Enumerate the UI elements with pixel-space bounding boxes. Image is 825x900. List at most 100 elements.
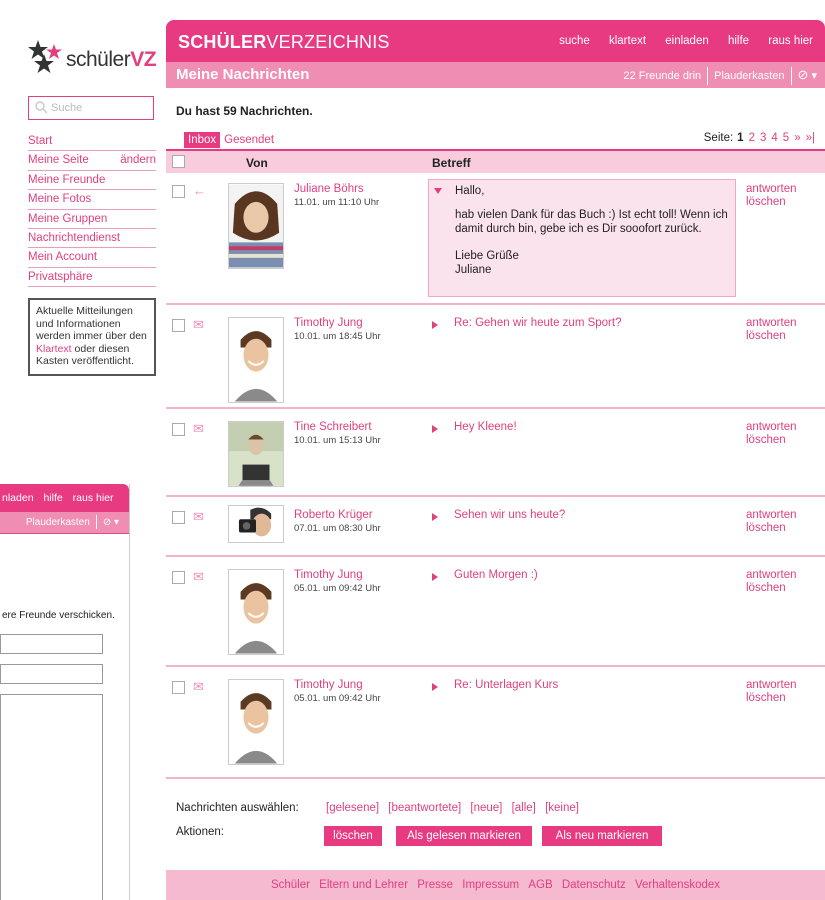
- expand-triangle-icon[interactable]: [432, 425, 438, 433]
- table-row[interactable]: ✉ Tine Schreibert 10.01. um 15:13 Uhr He…: [166, 411, 825, 497]
- delete-link[interactable]: löschen: [746, 582, 786, 594]
- footer-link-presse[interactable]: Presse: [417, 879, 453, 891]
- sender-name[interactable]: Timothy Jung: [294, 569, 363, 581]
- mark-read-button[interactable]: Als gelesen markieren: [396, 826, 532, 846]
- friends-online-link[interactable]: 22 Freunde drin: [624, 70, 702, 82]
- avatar[interactable]: [228, 679, 284, 765]
- background-textarea[interactable]: [0, 694, 103, 900]
- avatar[interactable]: [228, 183, 284, 269]
- footer-link-eltern[interactable]: Eltern und Lehrer: [319, 879, 408, 891]
- pager-page-4[interactable]: 4: [771, 132, 777, 144]
- logo[interactable]: schülerVZ: [24, 36, 174, 82]
- background-status-icon[interactable]: ⊘ ▾: [103, 517, 119, 528]
- klartext-link[interactable]: Klartext: [36, 343, 72, 355]
- message-subject[interactable]: Hey Kleene!: [454, 421, 517, 433]
- edit-link[interactable]: ändern: [120, 151, 156, 170]
- nav-klartext[interactable]: klartext: [609, 35, 646, 47]
- reply-link[interactable]: antworten: [746, 183, 797, 195]
- table-row[interactable]: ✉ Roberto Krüger 07.01. um 08:30 Uhr Seh…: [166, 499, 825, 557]
- pager-last[interactable]: »|: [806, 132, 815, 144]
- message-subject[interactable]: Re: Gehen wir heute zum Sport?: [454, 317, 621, 329]
- footer-link-datenschutz[interactable]: Datenschutz: [562, 879, 626, 891]
- nav-einladen[interactable]: einladen: [665, 35, 708, 47]
- message-subject[interactable]: Re: Unterlagen Kurs: [454, 679, 558, 691]
- tab-inbox[interactable]: Inbox: [184, 132, 221, 148]
- select-none[interactable]: [keine]: [545, 802, 579, 814]
- expand-triangle-icon[interactable]: [432, 513, 438, 521]
- footer-link-agb[interactable]: AGB: [528, 879, 552, 891]
- nav-raus-hier[interactable]: raus hier: [768, 35, 813, 47]
- table-row[interactable]: ✉ Timothy Jung 10.01. um 18:45 Uhr Re: G…: [166, 307, 825, 409]
- table-row[interactable]: ✉ Timothy Jung 05.01. um 09:42 Uhr Guten…: [166, 559, 825, 667]
- footer-link-verhaltenskodex[interactable]: Verhaltenskodex: [635, 879, 720, 891]
- background-plauderkasten[interactable]: Plauderkasten: [26, 517, 90, 528]
- nav-suche[interactable]: suche: [559, 35, 590, 47]
- message-subject[interactable]: Guten Morgen :): [454, 569, 538, 581]
- pager-next[interactable]: »: [794, 132, 800, 144]
- delete-link[interactable]: löschen: [746, 434, 786, 446]
- sidebar-item-gruppen[interactable]: Meine Gruppen: [28, 210, 156, 229]
- pager-page-3[interactable]: 3: [760, 132, 766, 144]
- collapse-triangle-icon[interactable]: [434, 188, 442, 194]
- avatar[interactable]: [228, 505, 284, 543]
- nav-hilfe[interactable]: hilfe: [728, 35, 749, 47]
- row-checkbox[interactable]: [172, 571, 185, 584]
- message-subject[interactable]: Sehen wir uns heute?: [454, 509, 565, 521]
- expand-triangle-icon[interactable]: [432, 321, 438, 329]
- sender-name[interactable]: Tine Schreibert: [294, 421, 372, 433]
- select-all-checkbox[interactable]: [172, 155, 185, 168]
- sidebar-item-nachrichtendienst[interactable]: Nachrichtendienst: [28, 229, 156, 249]
- select-read[interactable]: [gelesene]: [326, 802, 379, 814]
- select-answered[interactable]: [beantwortete]: [388, 802, 461, 814]
- background-nav-invite[interactable]: nladen: [2, 492, 34, 504]
- sender-name[interactable]: Juliane Böhrs: [294, 183, 364, 195]
- delete-link[interactable]: löschen: [746, 522, 786, 534]
- sidebar-item-privatsphaere[interactable]: Privatsphäre: [28, 268, 156, 288]
- delete-link[interactable]: löschen: [746, 330, 786, 342]
- background-input-1[interactable]: [0, 634, 103, 654]
- row-checkbox[interactable]: [172, 511, 185, 524]
- avatar[interactable]: [228, 317, 284, 403]
- table-row[interactable]: ← Juliane Böhrs 11.01. um 11:10 Uhr Hall…: [166, 173, 825, 305]
- reply-link[interactable]: antworten: [746, 317, 797, 329]
- sidebar-item-fotos[interactable]: Meine Fotos: [28, 190, 156, 210]
- sender-name[interactable]: Timothy Jung: [294, 317, 363, 329]
- sender-name[interactable]: Timothy Jung: [294, 679, 363, 691]
- background-nav-logout[interactable]: raus hier: [73, 492, 114, 504]
- reply-link[interactable]: antworten: [746, 569, 797, 581]
- expand-triangle-icon[interactable]: [432, 573, 438, 581]
- delete-link[interactable]: löschen: [746, 692, 786, 704]
- plauderkasten-link[interactable]: Plauderkasten: [714, 70, 784, 82]
- row-checkbox[interactable]: [172, 681, 185, 694]
- sidebar-item-meine-seite[interactable]: Meine Seite ändern: [28, 151, 156, 171]
- row-checkbox[interactable]: [172, 423, 185, 436]
- expand-triangle-icon[interactable]: [432, 683, 438, 691]
- row-checkbox[interactable]: [172, 319, 185, 332]
- sidebar-item-start[interactable]: Start: [28, 132, 156, 152]
- tab-gesendet[interactable]: Gesendet: [220, 132, 278, 148]
- sidebar-item-account[interactable]: Mein Account: [28, 248, 156, 268]
- search-input[interactable]: Suche: [28, 96, 154, 120]
- reply-link[interactable]: antworten: [746, 679, 797, 691]
- pager-page-5[interactable]: 5: [783, 132, 789, 144]
- status-dropdown[interactable]: ⊘ ▾: [798, 67, 818, 82]
- reply-link[interactable]: antworten: [746, 421, 797, 433]
- delete-button[interactable]: löschen: [324, 826, 382, 846]
- sidebar-item-freunde[interactable]: Meine Freunde: [28, 171, 156, 191]
- footer-link-impressum[interactable]: Impressum: [462, 879, 519, 891]
- background-input-2[interactable]: [0, 664, 103, 684]
- avatar[interactable]: [228, 421, 284, 487]
- avatar[interactable]: [228, 569, 284, 655]
- sender-name[interactable]: Roberto Krüger: [294, 509, 373, 521]
- row-checkbox[interactable]: [172, 185, 185, 198]
- reply-link[interactable]: antworten: [746, 509, 797, 521]
- select-new[interactable]: [neue]: [470, 802, 502, 814]
- delete-link[interactable]: löschen: [746, 196, 786, 208]
- pager-page-2[interactable]: 2: [749, 132, 755, 144]
- select-all[interactable]: [alle]: [512, 802, 536, 814]
- mark-new-button[interactable]: Als neu markieren: [542, 826, 662, 846]
- footer-link-schueler[interactable]: Schüler: [271, 879, 310, 891]
- brand-title[interactable]: SCHÜLERVERZEICHNIS: [178, 32, 390, 53]
- background-nav-help[interactable]: hilfe: [43, 492, 62, 504]
- table-row[interactable]: ✉ Timothy Jung 05.01. um 09:42 Uhr Re: U…: [166, 669, 825, 779]
